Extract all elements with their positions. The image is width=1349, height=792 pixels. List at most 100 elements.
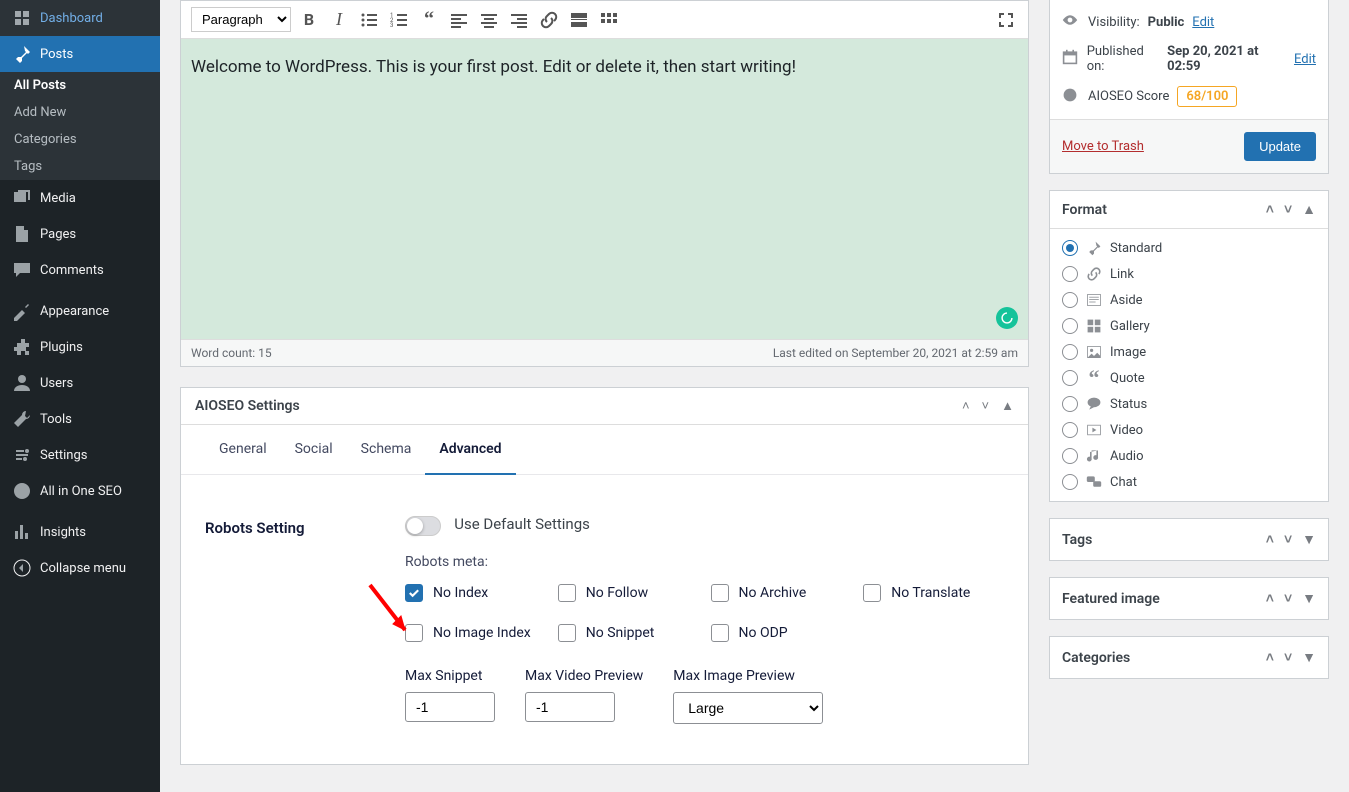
max-snippet-input[interactable]	[405, 692, 495, 722]
format-link-radio[interactable]	[1062, 266, 1078, 282]
format-label: Quote	[1110, 371, 1145, 386]
nofollow-checkbox[interactable]	[558, 584, 576, 602]
submenu-categories[interactable]: Categories	[0, 126, 160, 153]
toolbar-toggle-button[interactable]	[597, 8, 621, 32]
toggle-icon[interactable]: ▲	[1001, 398, 1014, 414]
tags-box-header[interactable]: Tags ˄˅▼	[1050, 519, 1328, 560]
grammarly-icon[interactable]	[996, 307, 1018, 329]
tab-schema[interactable]: Schema	[347, 425, 426, 474]
toggle-icon[interactable]: ▼	[1302, 590, 1316, 607]
toggle-icon[interactable]: ▲	[1302, 201, 1316, 218]
menu-comments[interactable]: Comments	[0, 252, 160, 288]
menu-aioseo[interactable]: All in One SEO	[0, 473, 160, 509]
format-aside-radio[interactable]	[1062, 292, 1078, 308]
menu-label: Tools	[40, 412, 72, 427]
format-standard-radio[interactable]	[1062, 240, 1078, 256]
categories-box-header[interactable]: Categories ˄˅▼	[1050, 637, 1328, 678]
format-box-header[interactable]: Format ˄˅▲	[1050, 191, 1328, 229]
move-up-icon[interactable]: ˄	[962, 398, 970, 414]
submenu-add-new[interactable]: Add New	[0, 99, 160, 126]
format-label: Aside	[1110, 293, 1143, 308]
noindex-checkbox[interactable]	[405, 584, 423, 602]
italic-button[interactable]: I	[327, 8, 351, 32]
tab-social[interactable]: Social	[281, 425, 347, 474]
word-count: Word count: 15	[191, 346, 272, 360]
align-center-button[interactable]	[477, 8, 501, 32]
move-up-icon[interactable]: ˄	[1266, 649, 1274, 666]
max-video-input[interactable]	[525, 692, 615, 722]
bullet-list-button[interactable]	[357, 8, 381, 32]
visibility-edit-link[interactable]: Edit	[1192, 15, 1214, 30]
move-to-trash-link[interactable]: Move to Trash	[1062, 139, 1144, 154]
robots-meta-label: Robots meta:	[405, 554, 1004, 570]
move-up-icon[interactable]: ˄	[1266, 201, 1274, 218]
publish-box: Visibility: Public Edit Published on: Se…	[1049, 0, 1329, 174]
toggle-icon[interactable]: ▼	[1302, 649, 1316, 666]
menu-label: Pages	[40, 227, 76, 242]
bold-button[interactable]: B	[297, 8, 321, 32]
move-down-icon[interactable]: ˅	[982, 398, 990, 414]
posts-submenu: All Posts Add New Categories Tags	[0, 72, 160, 180]
fullscreen-button[interactable]	[994, 8, 1018, 32]
numbered-list-button[interactable]: 123	[387, 8, 411, 32]
align-right-button[interactable]	[507, 8, 531, 32]
toggle-icon[interactable]: ▼	[1302, 531, 1316, 548]
format-video-radio[interactable]	[1062, 422, 1078, 438]
menu-appearance[interactable]: Appearance	[0, 293, 160, 329]
move-down-icon[interactable]: ˅	[1284, 590, 1292, 607]
move-up-icon[interactable]: ˄	[1266, 590, 1274, 607]
move-down-icon[interactable]: ˅	[1284, 649, 1292, 666]
tags-box: Tags ˄˅▼	[1049, 518, 1329, 561]
robots-setting-label: Robots Setting	[205, 515, 405, 537]
menu-tools[interactable]: Tools	[0, 401, 160, 437]
menu-insights[interactable]: Insights	[0, 514, 160, 550]
format-audio-radio[interactable]	[1062, 448, 1078, 464]
default-settings-toggle[interactable]	[405, 516, 441, 536]
noarchive-label: No Archive	[739, 585, 807, 601]
notranslate-checkbox[interactable]	[863, 584, 881, 602]
read-more-button[interactable]	[567, 8, 591, 32]
menu-collapse[interactable]: Collapse menu	[0, 550, 160, 586]
published-label: Published on:	[1087, 44, 1159, 74]
update-button[interactable]: Update	[1244, 132, 1316, 161]
submenu-tags[interactable]: Tags	[0, 153, 160, 180]
move-down-icon[interactable]: ˅	[1284, 531, 1292, 548]
format-quote-radio[interactable]	[1062, 370, 1078, 386]
submenu-all-posts[interactable]: All Posts	[0, 72, 160, 99]
menu-label: Dashboard	[40, 11, 103, 26]
aioseo-header[interactable]: AIOSEO Settings ˄ ˅ ▲	[181, 388, 1028, 425]
editor-content[interactable]: Welcome to WordPress. This is your first…	[181, 39, 1028, 339]
noimageindex-checkbox[interactable]	[405, 624, 423, 642]
menu-users[interactable]: Users	[0, 365, 160, 401]
menu-label: Plugins	[40, 340, 83, 355]
menu-settings[interactable]: Settings	[0, 437, 160, 473]
nosnippet-checkbox[interactable]	[558, 624, 576, 642]
nosnippet-label: No Snippet	[586, 625, 655, 641]
menu-dashboard[interactable]: Dashboard	[0, 0, 160, 36]
format-chat-radio[interactable]	[1062, 474, 1078, 490]
plugin-icon	[12, 337, 32, 357]
menu-posts[interactable]: Posts	[0, 36, 160, 72]
blockquote-button[interactable]: “	[417, 8, 441, 32]
tab-general[interactable]: General	[205, 425, 281, 474]
featured-image-box-header[interactable]: Featured image ˄˅▼	[1050, 578, 1328, 619]
menu-pages[interactable]: Pages	[0, 216, 160, 252]
noodp-checkbox[interactable]	[711, 624, 729, 642]
format-label: Status	[1110, 397, 1147, 412]
max-image-select[interactable]: Large	[673, 692, 823, 724]
last-edited: Last edited on September 20, 2021 at 2:5…	[773, 346, 1018, 360]
visibility-value: Public	[1148, 15, 1185, 30]
published-edit-link[interactable]: Edit	[1294, 52, 1316, 67]
menu-media[interactable]: Media	[0, 180, 160, 216]
link-button[interactable]	[537, 8, 561, 32]
noarchive-checkbox[interactable]	[711, 584, 729, 602]
move-up-icon[interactable]: ˄	[1266, 531, 1274, 548]
format-status-radio[interactable]	[1062, 396, 1078, 412]
move-down-icon[interactable]: ˅	[1284, 201, 1292, 218]
format-select[interactable]: Paragraph	[191, 7, 291, 32]
tab-advanced[interactable]: Advanced	[425, 425, 515, 475]
format-gallery-radio[interactable]	[1062, 318, 1078, 334]
align-left-button[interactable]	[447, 8, 471, 32]
format-image-radio[interactable]	[1062, 344, 1078, 360]
menu-plugins[interactable]: Plugins	[0, 329, 160, 365]
